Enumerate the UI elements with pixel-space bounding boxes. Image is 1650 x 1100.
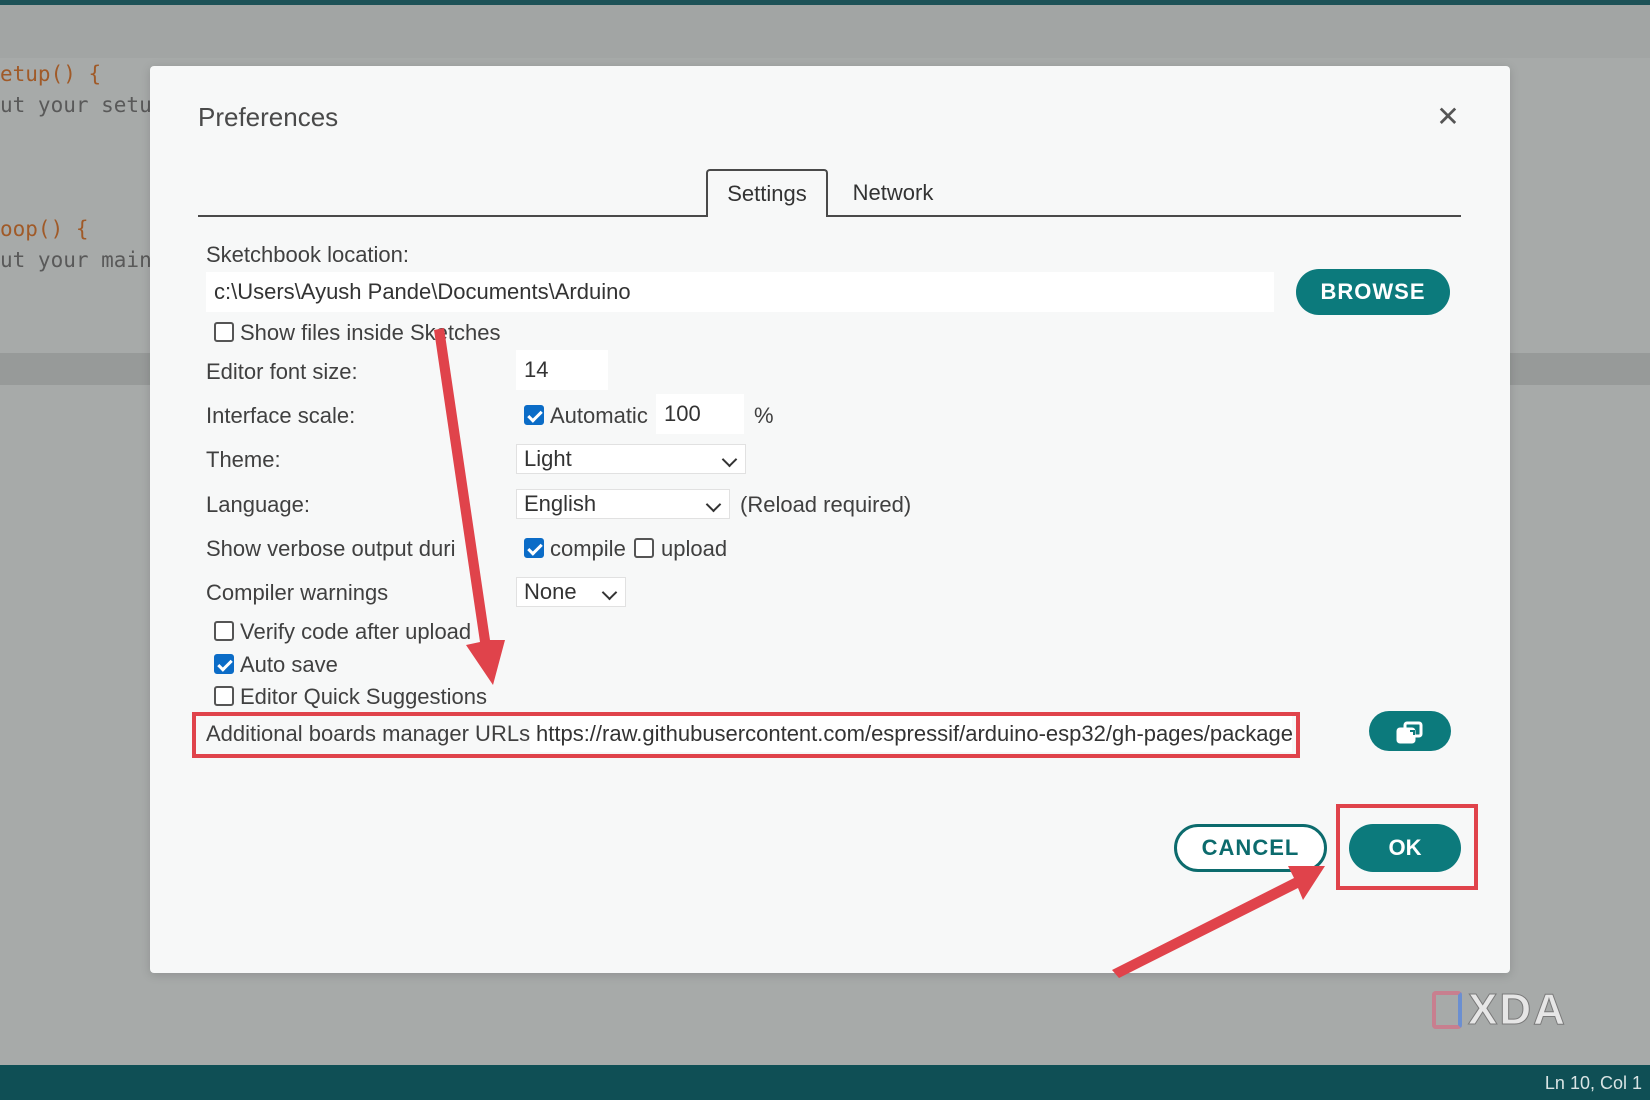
percent-label: % <box>754 403 774 428</box>
show-files-checkbox[interactable] <box>214 322 234 342</box>
code-line: oop() { <box>0 217 89 241</box>
code-line: ut your main <box>0 248 152 272</box>
verify-code-checkbox[interactable] <box>214 621 234 641</box>
show-files-label: Show files inside Sketches <box>240 320 501 345</box>
automatic-scale-checkbox[interactable] <box>524 405 544 425</box>
verbose-output-label: Show verbose output duri <box>206 536 456 561</box>
compiler-warnings-label: Compiler warnings <box>206 580 389 605</box>
code-line: etup() { <box>0 62 102 86</box>
xda-watermark: XDA <box>1432 985 1592 1035</box>
dialog-title: Preferences <box>198 102 339 132</box>
tab-settings[interactable]: Settings <box>706 169 828 217</box>
font-size-input[interactable]: 14 <box>516 350 608 390</box>
edit-urls-button[interactable] <box>1369 711 1451 751</box>
chevron-down-icon <box>721 451 738 468</box>
status-bar: Ln 10, Col 1 <box>0 1065 1650 1100</box>
automatic-label: Automatic <box>550 403 648 428</box>
close-icon[interactable]: ✕ <box>1433 102 1463 132</box>
urls-highlight-box <box>192 712 1300 758</box>
language-select[interactable]: English <box>516 489 730 519</box>
preferences-dialog: Preferences ✕ Settings Network Sketchboo… <box>150 66 1510 973</box>
font-size-label: Editor font size: <box>206 359 358 384</box>
theme-label: Theme: <box>206 447 281 472</box>
interface-scale-label: Interface scale: <box>206 403 356 428</box>
sketchbook-location-input[interactable]: c:\Users\Ayush Pande\Documents\Arduino <box>206 272 1274 312</box>
browse-button[interactable]: BROWSE <box>1296 269 1450 315</box>
verify-code-label: Verify code after upload <box>240 619 472 644</box>
quick-suggestions-checkbox[interactable] <box>214 686 234 706</box>
compile-label: compile <box>550 536 626 561</box>
auto-save-checkbox[interactable] <box>214 654 234 674</box>
tab-network[interactable]: Network <box>838 171 948 215</box>
verbose-upload-checkbox[interactable] <box>634 538 654 558</box>
tab-divider <box>198 215 1461 217</box>
verbose-compile-checkbox[interactable] <box>524 538 544 558</box>
language-label: Language: <box>206 492 310 517</box>
sketchbook-label: Sketchbook location: <box>206 242 410 267</box>
upload-label: upload <box>661 536 728 561</box>
open-window-icon <box>1396 721 1423 744</box>
cancel-button[interactable]: CANCEL <box>1174 824 1327 872</box>
editor-toolbar <box>0 5 1650 58</box>
compiler-warnings-select[interactable]: None <box>516 577 626 607</box>
chevron-down-icon <box>601 584 618 601</box>
interface-scale-input[interactable]: 100 <box>656 394 744 434</box>
ok-highlight-box <box>1336 804 1478 890</box>
cursor-position: Ln 10, Col 1 <box>1544 1073 1642 1093</box>
quick-suggestions-label: Editor Quick Suggestions <box>240 684 488 709</box>
chevron-down-icon <box>705 496 722 513</box>
xda-logo-icon <box>1432 991 1462 1029</box>
auto-save-label: Auto save <box>240 652 338 677</box>
reload-required-note: (Reload required) <box>740 492 912 517</box>
theme-select[interactable]: Light <box>516 444 746 474</box>
code-line: ut your setu <box>0 93 152 117</box>
